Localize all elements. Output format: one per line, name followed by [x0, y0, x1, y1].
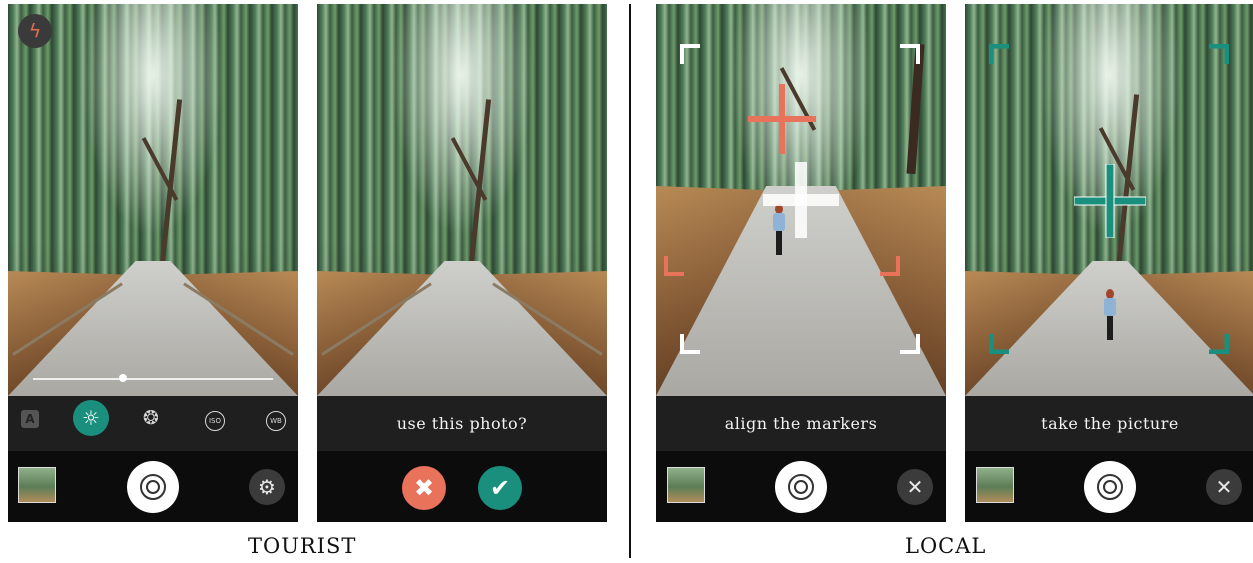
shutter-inner-ring: [794, 480, 808, 494]
auto-mode-icon[interactable]: A: [17, 405, 43, 431]
frame-corner-top-left: [989, 44, 1009, 64]
shutter-inner-ring: [1103, 480, 1117, 494]
person-walking: [1104, 289, 1116, 351]
frame-corner-top-left: [680, 44, 700, 64]
prompt-text: take the picture: [1041, 414, 1179, 433]
camera-viewfinder[interactable]: [8, 4, 298, 396]
exposure-slider-track[interactable]: [33, 378, 273, 380]
shutter-inner-ring: [146, 480, 160, 494]
section-divider: [629, 4, 631, 558]
close-button[interactable]: ✕: [897, 469, 933, 505]
reject-photo-button[interactable]: ✖: [402, 466, 446, 510]
exposure-slider-knob[interactable]: [119, 374, 127, 382]
reference-thumbnail[interactable]: [667, 467, 705, 503]
prompt-text: align the markers: [724, 414, 878, 433]
gear-icon[interactable]: ⚙: [249, 469, 285, 505]
tourist-confirm-screen: use this photo? ✖ ✔: [317, 4, 607, 522]
close-icon: ✕: [906, 475, 924, 499]
reference-thumbnail[interactable]: [976, 467, 1014, 503]
local-align-screen: align the markers ✕: [656, 4, 946, 522]
iso-icon[interactable]: ISO: [202, 405, 228, 431]
no-flash-icon[interactable]: ϟ: [18, 14, 52, 48]
frame-corner-bottom-right: [1209, 334, 1229, 354]
accept-photo-button[interactable]: ✔: [478, 466, 522, 510]
frame-corner-top-right: [900, 44, 920, 64]
guide-corner-bottom-left: [664, 256, 684, 276]
frame-corner-bottom-left: [680, 334, 700, 354]
brightness-icon[interactable]: ☼: [73, 400, 109, 436]
target-crosshair: [748, 84, 816, 154]
shutter-button[interactable]: [1084, 461, 1136, 513]
prompt-bar: align the markers: [656, 396, 946, 451]
gallery-thumbnail[interactable]: [18, 467, 56, 503]
shutter-button[interactable]: [775, 461, 827, 513]
frame-corner-bottom-right: [900, 334, 920, 354]
close-icon: ✖: [413, 474, 435, 502]
shutter-button[interactable]: [127, 461, 179, 513]
frame-corner-top-right: [1209, 44, 1229, 64]
prompt-bar: take the picture: [965, 396, 1253, 451]
frame-corner-bottom-left: [989, 334, 1009, 354]
caption-local: LOCAL: [905, 534, 987, 558]
caption-tourist: TOURIST: [248, 534, 357, 558]
photo-preview: [317, 4, 607, 396]
local-take-screen: take the picture ✕: [965, 4, 1253, 522]
close-button[interactable]: ✕: [1206, 469, 1242, 505]
confirm-bottom-bar: [317, 451, 607, 522]
prompt-bar: use this photo?: [317, 396, 607, 451]
wb-icon[interactable]: WB: [263, 405, 289, 431]
person-legs: [1107, 316, 1113, 340]
prompt-text: use this photo?: [396, 414, 528, 433]
tourist-camera-screen: ϟ A ☼ ❂ ISO WB ⚙: [8, 4, 298, 522]
guide-corner-bottom-right: [880, 256, 900, 276]
aperture-icon[interactable]: ❂: [138, 405, 164, 431]
check-icon: ✔: [489, 474, 511, 502]
aligned-crosshair: [1074, 164, 1146, 238]
close-icon: ✕: [1215, 475, 1233, 499]
person-torso: [1104, 298, 1116, 316]
current-crosshair[interactable]: [763, 162, 839, 238]
